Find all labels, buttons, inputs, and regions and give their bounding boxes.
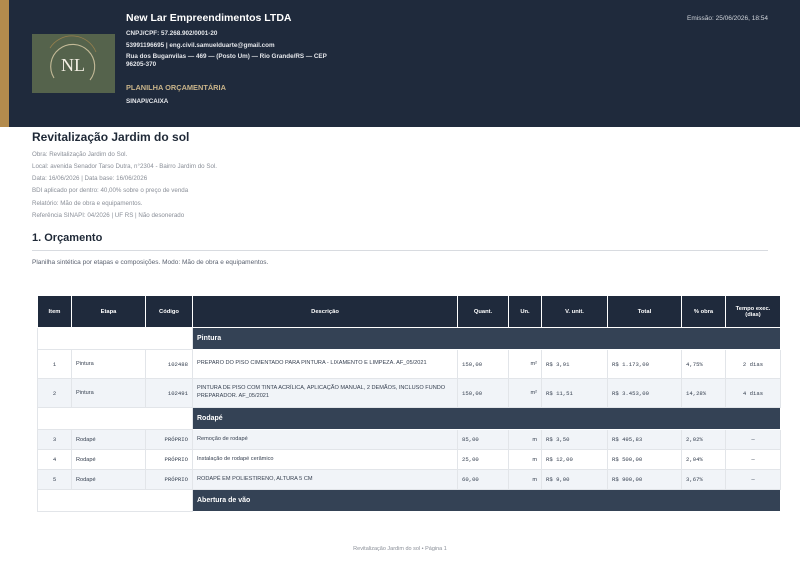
cell-codigo: 102488 — [145, 349, 193, 379]
cell-item: 3 — [37, 429, 72, 450]
cell-etapa: Pintura — [71, 349, 146, 379]
stage-name: Abertura de vão — [192, 489, 781, 512]
project-meta-bdi: BDI aplicado por dentro: 40,00% sobre o … — [32, 187, 189, 194]
table-row: 5 Rodapé PRÓPRIO RODAPÉ EM POLIESTIRENO,… — [37, 469, 781, 490]
cell-etapa: Pintura — [71, 378, 146, 408]
company-cnpj: CNPJ/CPF: 57.268.902/0001-20 — [126, 30, 218, 37]
column-header-tempo: Tempo exec. (dias) — [725, 295, 781, 328]
page-footer: Revitalização Jardim do sol • Página 1 — [353, 546, 447, 552]
cell-pct: 2,02% — [681, 429, 726, 450]
stage-name: Rodapé — [192, 407, 781, 430]
cell-etapa: Rodapé — [71, 429, 146, 450]
cell-descricao: PINTURA DE PISO COM TINTA ACRÍLICA, APLI… — [192, 378, 458, 408]
table-row: 3 Rodapé PRÓPRIO Remoção de rodapé 85,00… — [37, 429, 781, 450]
cell-vunit: R$ 9,00 — [541, 469, 608, 490]
column-header-item: Item — [37, 295, 72, 328]
svg-text:NL: NL — [61, 55, 85, 75]
stage-row-rodape: Rodapé — [37, 407, 781, 430]
column-header-quant: Quant. — [457, 295, 509, 328]
stage-name: Pintura — [192, 327, 781, 350]
cell-descricao: Remoção de rodapé — [192, 429, 458, 450]
cell-total: R$ 495,83 — [607, 429, 682, 450]
cell-item: 2 — [37, 378, 72, 408]
cell-codigo: PRÓPRIO — [145, 449, 193, 470]
accent-bar — [0, 0, 9, 127]
cell-tempo: — — [725, 469, 781, 490]
emission-date: Emissão: 25/06/2026, 18:54 — [687, 15, 768, 22]
table-row: 1 Pintura 102488 PREPARO DO PISO CIMENTA… — [37, 349, 781, 379]
column-header-etapa: Etapa — [71, 295, 146, 328]
project-meta-data: Data: 16/06/2026 | Data base: 16/06/2026 — [32, 175, 148, 182]
cell-quant: 150,00 — [457, 349, 509, 379]
reference-base: SINAPI/CAIXA — [126, 98, 169, 105]
cell-codigo: PRÓPRIO — [145, 429, 193, 450]
project-meta-local: Local: avenida Senador Tarso Dutra, n°23… — [32, 163, 217, 170]
company-postal-code: 96205-370 — [126, 61, 157, 68]
table-header-row: Item Etapa Código Descrição Quant. Un. V… — [37, 295, 781, 328]
cell-pct: 2,04% — [681, 449, 726, 470]
cell-vunit: R$ 3,50 — [541, 429, 608, 450]
cell-vunit: R$ 12,00 — [541, 449, 608, 470]
column-header-un: Un. — [508, 295, 542, 328]
section-subtitle: Planilha sintética por etapas e composiç… — [32, 259, 269, 266]
column-header-total: Total — [607, 295, 682, 328]
cell-un: m — [508, 469, 542, 490]
company-contact: 53991196695 | eng.civil.samuelduarte@gma… — [126, 42, 275, 49]
stage-row-abertura-de-vao: Abertura de vão — [37, 489, 781, 512]
cell-tempo: 2 dias — [725, 349, 781, 379]
cell-pct: 3,67% — [681, 469, 726, 490]
cell-vunit: R$ 11,51 — [541, 378, 608, 408]
company-logo: NL — [32, 34, 115, 93]
cell-item: 4 — [37, 449, 72, 470]
cell-quant: 25,00 — [457, 449, 509, 470]
cell-etapa: Rodapé — [71, 449, 146, 470]
document-type: PLANILHA ORÇAMENTÁRIA — [126, 83, 226, 92]
budget-table: Item Etapa Código Descrição Quant. Un. V… — [37, 295, 781, 512]
company-name: New Lar Empreendimentos LTDA — [126, 12, 292, 24]
project-title: Revitalização Jardim do sol — [32, 130, 190, 144]
cell-codigo: 102491 — [145, 378, 193, 408]
cell-codigo: PRÓPRIO — [145, 469, 193, 490]
project-meta-sinapi: Referência SINAPI: 04/2026 | UF RS | Não… — [32, 212, 185, 219]
document-header: NL New Lar Empreendimentos LTDA CNPJ/CPF… — [0, 0, 800, 127]
section-title: 1. Orçamento — [32, 232, 103, 244]
cell-quant: 150,00 — [457, 378, 509, 408]
company-address: Rua dos Buganvilas — 469 — (Posto Um) — … — [126, 53, 327, 60]
cell-vunit: R$ 3,91 — [541, 349, 608, 379]
column-header-vunit: V. unit. — [541, 295, 608, 328]
cell-total: R$ 900,00 — [607, 469, 682, 490]
cell-tempo: 4 dias — [725, 378, 781, 408]
cell-un: m — [508, 429, 542, 450]
stage-row-pintura: Pintura — [37, 327, 781, 350]
cell-descricao: RODAPÉ EM POLIESTIRENO, ALTURA 5 CM — [192, 469, 458, 490]
cell-un: m² — [508, 378, 542, 408]
cell-total: R$ 3.453,00 — [607, 378, 682, 408]
cell-pct: 4,75% — [681, 349, 726, 379]
cell-total: R$ 500,00 — [607, 449, 682, 470]
cell-tempo: — — [725, 429, 781, 450]
cell-tempo: — — [725, 449, 781, 470]
cell-un: m — [508, 449, 542, 470]
cell-item: 1 — [37, 349, 72, 379]
project-meta-relatorio: Relatório: Mão de obra e equipamentos. — [32, 200, 143, 207]
logo-mark-icon: NL — [32, 34, 115, 93]
column-header-descricao: Descrição — [192, 295, 458, 328]
cell-descricao: PREPARO DO PISO CIMENTADO PARA PINTURA -… — [192, 349, 458, 379]
cell-total: R$ 1.173,00 — [607, 349, 682, 379]
table-row: 4 Rodapé PRÓPRIO Instalação de rodapé ce… — [37, 449, 781, 470]
column-header-codigo: Código — [145, 295, 193, 328]
section-divider — [32, 250, 768, 251]
cell-pct: 14,28% — [681, 378, 726, 408]
project-meta-obra: Obra: Revitalização Jardim do Sol. — [32, 151, 128, 158]
cell-descricao: Instalação de rodapé cerâmico — [192, 449, 458, 470]
cell-quant: 60,00 — [457, 469, 509, 490]
cell-etapa: Rodapé — [71, 469, 146, 490]
column-header-pct: % obra — [681, 295, 726, 328]
table-row: 2 Pintura 102491 PINTURA DE PISO COM TIN… — [37, 378, 781, 408]
cell-un: m² — [508, 349, 542, 379]
cell-quant: 85,00 — [457, 429, 509, 450]
cell-item: 5 — [37, 469, 72, 490]
